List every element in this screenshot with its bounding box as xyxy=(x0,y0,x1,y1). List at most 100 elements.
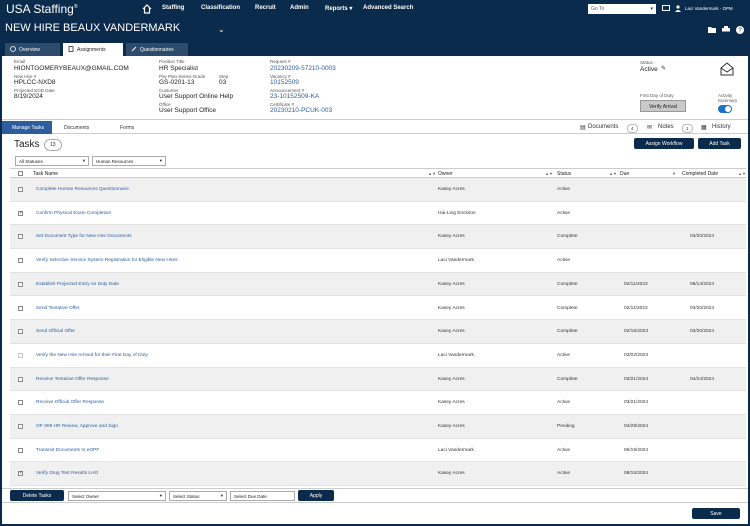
task-name-link[interactable]: Receive Official Offer Response xyxy=(36,400,104,405)
folder-icon[interactable] xyxy=(708,26,716,33)
owner-cell: Kasey Acres xyxy=(438,471,465,477)
home-icon[interactable] xyxy=(142,4,152,14)
row-checkbox[interactable] xyxy=(18,376,23,382)
owner-cell: Hai-Ling Erickson xyxy=(438,210,476,216)
row-checkbox[interactable] xyxy=(18,352,23,358)
save-button[interactable]: Save xyxy=(692,508,740,519)
due-cell: 08/15/2024 xyxy=(624,471,649,477)
menu-staffing[interactable]: Staffing xyxy=(162,5,184,11)
task-name-link[interactable]: Set Document Type for New Hire Documents xyxy=(36,234,132,239)
row-checkbox[interactable] xyxy=(18,305,23,311)
edit-status-icon[interactable]: ✎ xyxy=(661,65,666,72)
user-icon[interactable] xyxy=(675,5,681,12)
select-all-checkbox[interactable] xyxy=(18,171,23,176)
envelope-icon[interactable] xyxy=(720,62,734,76)
task-name-link[interactable]: Send Tentative Offer xyxy=(36,306,80,311)
col-completed-date[interactable]: Completed Date xyxy=(682,171,718,177)
task-name-link[interactable]: Transmit Documents to eOPF xyxy=(36,448,99,453)
task-name-link[interactable]: OF-306 HR Review, Approve and Sign xyxy=(36,424,118,429)
sort-icon[interactable]: ▲▼ xyxy=(738,171,746,176)
pay-value: GS-0201-13 xyxy=(159,79,195,86)
status-cell: Complete xyxy=(557,329,578,335)
tab-questionnaires[interactable]: Questionnaires xyxy=(126,43,188,56)
globe-icon xyxy=(10,46,16,52)
vacancy-link[interactable]: 10152509 xyxy=(270,79,299,86)
tab-assignments[interactable]: Assignments xyxy=(63,43,123,56)
col-owner[interactable]: Owner xyxy=(438,171,453,177)
delete-tasks-button[interactable]: Delete Tasks xyxy=(10,490,64,501)
row-checkbox[interactable] xyxy=(18,470,23,477)
col-task-name[interactable]: Task Name xyxy=(33,171,58,177)
verify-arrival-button[interactable]: Verify Arrival xyxy=(640,100,686,112)
status-select[interactable]: Select Status ▾ xyxy=(169,491,227,501)
sort-icon[interactable]: ▲▼ xyxy=(428,171,436,176)
menu-admin[interactable]: Admin xyxy=(290,5,309,11)
apply-button[interactable]: Apply xyxy=(298,490,334,501)
row-checkbox[interactable] xyxy=(18,258,23,264)
request-link[interactable]: 20230209-57210-0003 xyxy=(270,65,336,72)
status-filter-select[interactable]: All Statuses ▾ xyxy=(15,156,89,166)
task-name-link[interactable]: Verify Drug Test Results LHO xyxy=(36,471,98,476)
announcement-link[interactable]: 23-10152509-KA xyxy=(270,93,319,100)
user-name[interactable]: Laci Vandermark - DPM xyxy=(685,6,733,11)
chevron-down-icon[interactable]: ⌄ xyxy=(218,25,225,34)
clipboard-icon xyxy=(68,46,74,52)
completed-date-cell: 03/20/2024 xyxy=(690,234,715,240)
task-name-link[interactable]: Complete Human Resources Questionnaire xyxy=(36,187,129,192)
documents-count: 4 xyxy=(627,124,638,133)
notes-link[interactable]: Notes xyxy=(658,124,674,130)
email-value: HIONTGOMERYBEAUX@GMAIL.COM xyxy=(14,65,129,72)
documents-link[interactable]: Documents xyxy=(588,124,618,130)
print-icon[interactable] xyxy=(722,26,730,33)
row-checkbox[interactable] xyxy=(18,210,23,216)
row-checkbox[interactable] xyxy=(18,424,23,429)
task-name-link[interactable]: Receive Tentative Offer Response xyxy=(36,377,109,382)
col-status[interactable]: Status xyxy=(557,171,571,177)
tab-overview-label: Overview xyxy=(19,47,40,53)
crumb-documents[interactable]: Documents xyxy=(64,121,89,134)
history-icon[interactable]: ▦ xyxy=(701,124,707,131)
history-link[interactable]: History xyxy=(712,124,731,130)
tab-overview[interactable]: Overview xyxy=(5,43,60,56)
task-name-link[interactable]: Verify the New Hire Arrived for their Fi… xyxy=(36,353,148,358)
owner-select[interactable]: Select Owner ▾ xyxy=(68,491,166,501)
add-task-button[interactable]: Add Task xyxy=(698,138,741,149)
sort-icon[interactable]: ▲▼ xyxy=(545,171,553,176)
documents-icon[interactable]: ▤ xyxy=(580,124,586,131)
task-name-link[interactable]: Verify Selective Service System Registra… xyxy=(36,258,178,263)
goto-input[interactable]: Go To ▾ xyxy=(588,4,656,14)
status-select-value: Select Status xyxy=(173,494,200,499)
crumb-manage-tasks[interactable]: Manage Tasks xyxy=(2,121,52,134)
status-cell: Active xyxy=(557,400,571,406)
sort-icon[interactable]: ▲▼ xyxy=(609,171,617,176)
due-date-input[interactable]: Select Due Date xyxy=(230,491,295,501)
task-name-link[interactable]: Establish Projected Entry on Duty Date xyxy=(36,282,119,287)
brand-logo[interactable]: USA Staffing® xyxy=(6,2,78,16)
col-due[interactable]: Due xyxy=(620,171,629,177)
task-name-link[interactable]: Confirm Physical Exam Completion xyxy=(36,211,111,216)
notes-icon[interactable]: ✉ xyxy=(647,124,652,131)
row-checkbox[interactable] xyxy=(18,400,23,406)
row-checkbox[interactable] xyxy=(18,234,23,240)
mail-icon[interactable] xyxy=(662,5,670,11)
menu-recruit[interactable]: Recruit xyxy=(255,5,276,11)
status-cell: Active xyxy=(557,187,571,192)
menu-advanced-search[interactable]: Advanced Search xyxy=(363,5,413,11)
assign-workflow-button[interactable]: Assign Workflow xyxy=(634,138,694,149)
row-checkbox[interactable] xyxy=(18,447,23,453)
sort-icon[interactable]: ▼ xyxy=(672,171,676,176)
table-row: OF-306 HR Review, Approve and Sign Kasey … xyxy=(10,415,746,439)
group-filter-select[interactable]: Human Resources ▾ xyxy=(92,156,166,166)
task-name-link[interactable]: Send Official Offer xyxy=(36,329,75,334)
menu-classification[interactable]: Classification xyxy=(201,5,240,11)
certificate-link[interactable]: 20230210-PCUK-003 xyxy=(270,107,332,114)
crumb-forms[interactable]: Forms xyxy=(120,121,134,134)
bulk-action-bar: Delete Tasks Select Owner ▾ Select Status… xyxy=(2,488,748,502)
activity-summary-toggle[interactable] xyxy=(718,105,732,113)
row-checkbox[interactable] xyxy=(18,329,23,335)
completed-date-cell: 03/20/2024 xyxy=(690,305,715,311)
row-checkbox[interactable] xyxy=(18,187,23,192)
row-checkbox[interactable] xyxy=(18,281,23,287)
help-icon[interactable]: ? xyxy=(736,26,744,34)
menu-reports[interactable]: Reports ▾ xyxy=(325,5,352,12)
